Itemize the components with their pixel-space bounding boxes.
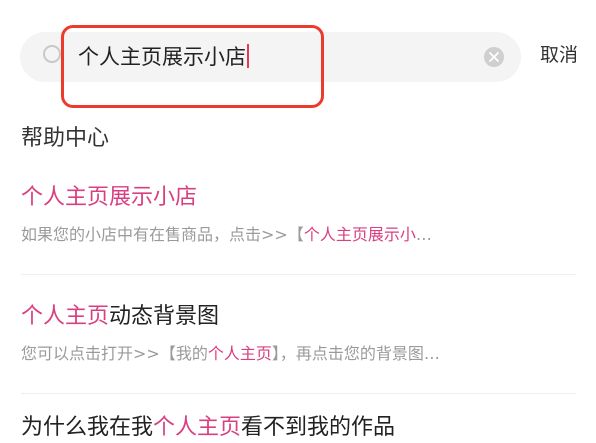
text-segment: 如果您的小店中有在售商品，点击>>【: [21, 225, 304, 244]
keyword-highlight: 个人主页: [21, 304, 110, 329]
keyword-highlight: 个人主页: [153, 415, 242, 440]
text-segment: 为什么我在我: [21, 415, 154, 440]
result-title: 个人主页展示小店: [21, 183, 576, 213]
cancel-button[interactable]: 取消: [540, 42, 578, 68]
text-segment: 看不到我的作品: [241, 415, 396, 440]
result-snippet: 如果您的小店中有在售商品，点击>>【个人主页展示小…: [21, 223, 576, 247]
result-item[interactable]: 个人主页展示小店 如果您的小店中有在售商品，点击>>【个人主页展示小…: [21, 183, 576, 247]
result-item[interactable]: 为什么我在我个人主页看不到我的作品: [21, 413, 576, 443]
keyword-highlight: 个人主页: [207, 344, 272, 363]
keyword-highlight: 个人主页展示小店: [21, 185, 198, 210]
keyword-highlight: 个人主页展示小: [303, 225, 416, 244]
text-segment: 】，再点击您的背景图…: [271, 344, 440, 363]
section-title-help-center: 帮助中心: [21, 126, 110, 151]
text-segment: 动态背景图: [109, 304, 220, 329]
result-item[interactable]: 个人主页动态背景图 您可以点击打开>>【我的个人主页】，再点击您的背景图…: [21, 302, 576, 366]
divider: [21, 393, 576, 394]
text-segment: …: [415, 225, 432, 244]
divider: [21, 274, 576, 275]
text-segment: 您可以点击打开>>【我的: [21, 344, 208, 363]
result-snippet: 您可以点击打开>>【我的个人主页】，再点击您的背景图…: [21, 342, 576, 366]
clear-icon[interactable]: [484, 47, 504, 67]
annotation-highlight-box: [61, 25, 324, 108]
result-title: 个人主页动态背景图: [21, 302, 576, 332]
result-title: 为什么我在我个人主页看不到我的作品: [21, 413, 576, 443]
